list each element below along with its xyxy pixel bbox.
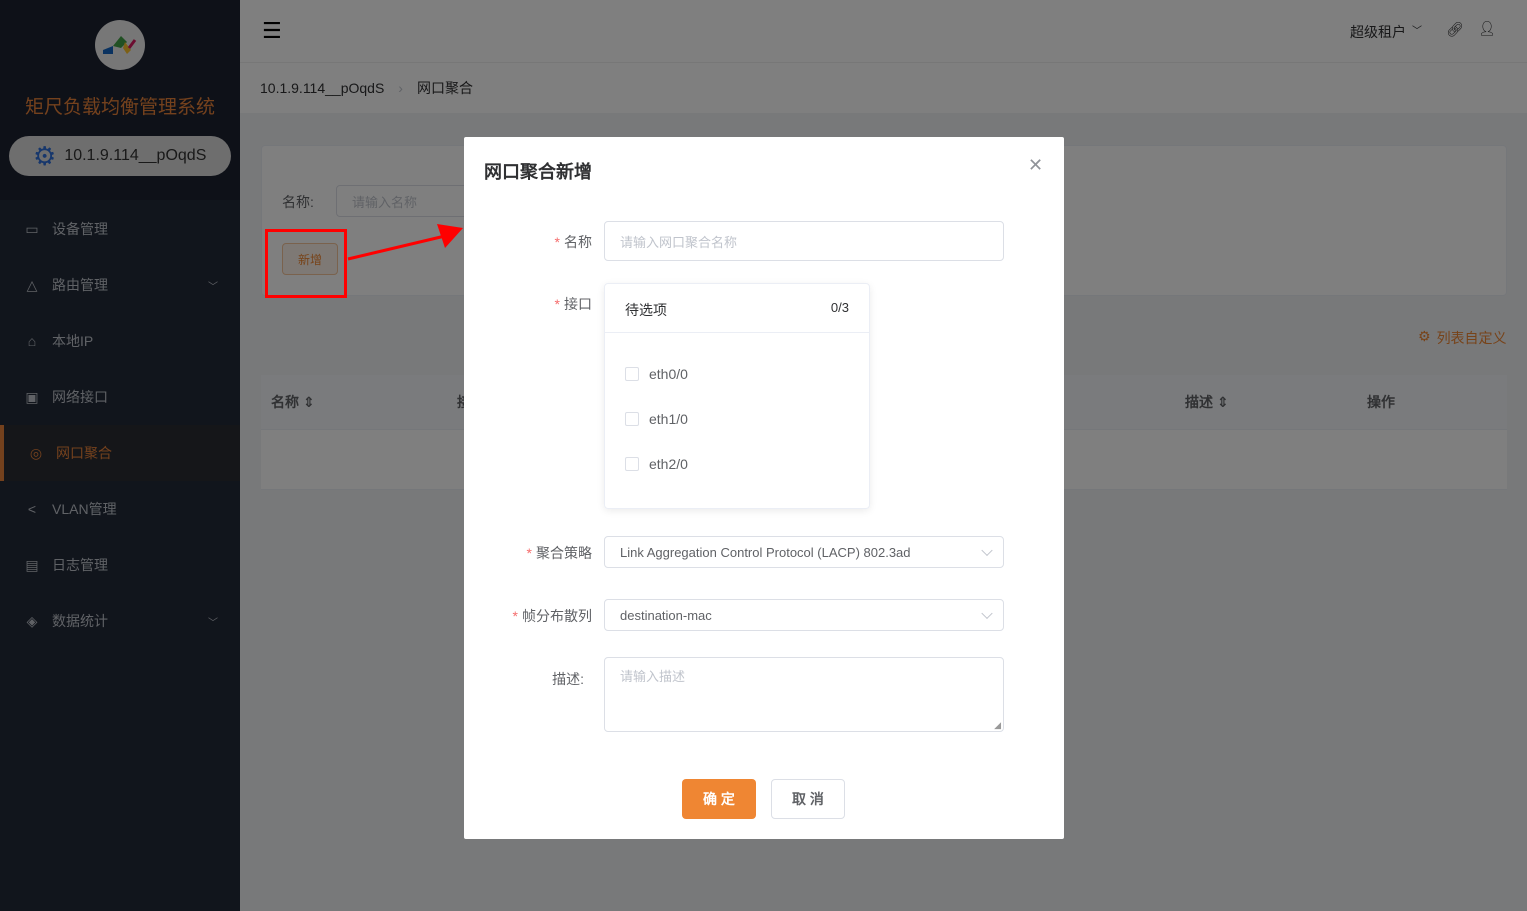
transfer-item-eth2[interactable]: eth2/0 — [625, 456, 688, 472]
item-label: eth0/0 — [649, 366, 688, 382]
dialog-title: 网口聚合新增 — [484, 158, 592, 184]
close-icon[interactable]: ✕ — [1028, 155, 1043, 176]
transfer-count: 0/3 — [831, 300, 849, 315]
transfer-item-eth1[interactable]: eth1/0 — [625, 411, 688, 427]
item-label: eth1/0 — [649, 411, 688, 427]
item-label: eth2/0 — [649, 456, 688, 472]
desc-field-label: 描述: — [484, 669, 584, 689]
interface-transfer-panel: 待选项 0/3 eth0/0 eth1/0 eth2/0 — [604, 283, 870, 509]
transfer-header: 待选项 0/3 — [605, 284, 869, 333]
add-aggregation-dialog: 网口聚合新增 ✕ *名称 请输入网口聚合名称 *接口 待选项 0/3 eth0/… — [464, 137, 1064, 839]
annotation-arrow-icon — [345, 222, 470, 267]
selected-value: Link Aggregation Control Protocol (LACP)… — [620, 545, 911, 560]
chevron-down-icon — [981, 608, 992, 619]
transfer-title: 待选项 — [625, 300, 667, 320]
interface-field-label: *接口 — [524, 294, 592, 314]
cancel-button[interactable]: 取 消 — [771, 779, 845, 819]
name-field-label: *名称 — [524, 232, 592, 252]
hash-select[interactable]: destination-mac — [604, 599, 1004, 631]
resize-handle-icon[interactable]: ◢ — [994, 720, 1001, 731]
aggregation-name-input[interactable]: 请输入网口聚合名称 — [604, 221, 1004, 261]
selected-value: destination-mac — [620, 608, 712, 623]
hash-field-label: *帧分布散列 — [484, 606, 592, 626]
description-textarea[interactable]: 请输入描述 ◢ — [604, 657, 1004, 732]
policy-select[interactable]: Link Aggregation Control Protocol (LACP)… — [604, 536, 1004, 568]
checkbox[interactable] — [625, 412, 639, 426]
placeholder: 请输入网口聚合名称 — [620, 232, 737, 251]
policy-field-label: *聚合策略 — [484, 543, 592, 563]
annotation-highlight-box — [265, 229, 347, 298]
chevron-down-icon — [981, 545, 992, 556]
checkbox[interactable] — [625, 457, 639, 471]
placeholder: 请输入描述 — [620, 666, 685, 685]
transfer-item-eth0[interactable]: eth0/0 — [625, 366, 688, 382]
checkbox[interactable] — [625, 367, 639, 381]
confirm-button[interactable]: 确 定 — [682, 779, 756, 819]
